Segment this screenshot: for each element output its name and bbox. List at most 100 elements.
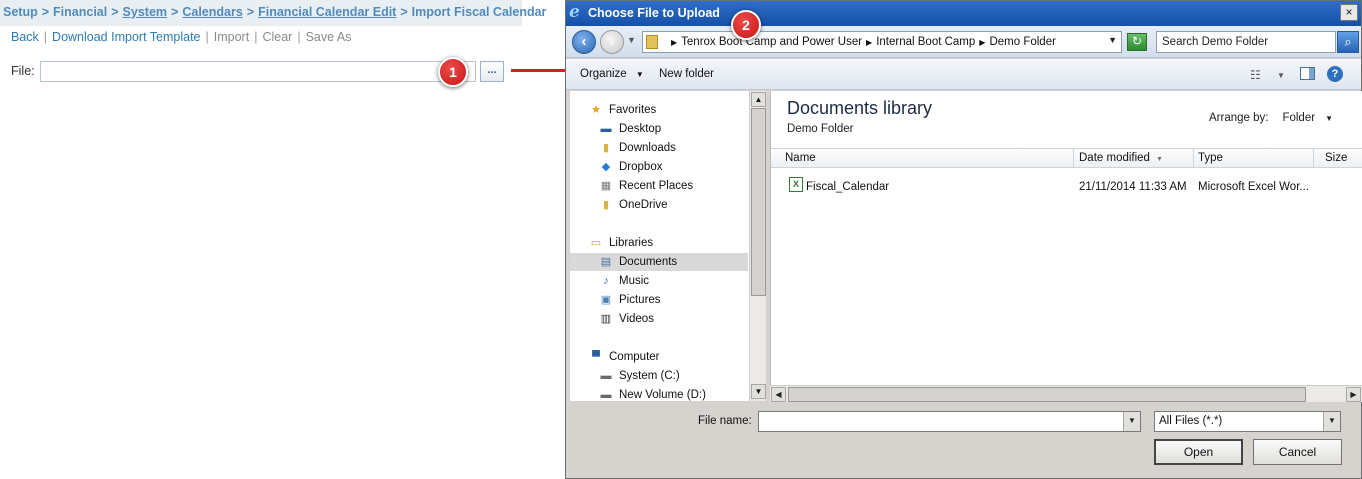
sidebar-item-pictures[interactable]: ▣ Pictures bbox=[570, 291, 748, 309]
help-icon[interactable]: ? bbox=[1327, 66, 1343, 82]
breadcrumb-separator: > bbox=[400, 5, 408, 19]
scroll-thumb[interactable] bbox=[751, 108, 766, 296]
chevron-down-icon[interactable]: ▼ bbox=[1325, 114, 1333, 123]
view-dropdown-icon[interactable]: ▼ bbox=[1277, 71, 1285, 80]
close-button[interactable]: × bbox=[1340, 4, 1358, 21]
sidebar-item-label: Documents bbox=[619, 256, 678, 268]
forward-button[interactable]: › bbox=[600, 30, 624, 54]
file-date-cell: 21/11/2014 11:33 AM bbox=[1079, 181, 1187, 193]
sidebar-item-downloads[interactable]: ▮ Downloads bbox=[570, 139, 748, 157]
preview-pane-icon[interactable] bbox=[1300, 67, 1315, 80]
breadcrumb-chevron-icon[interactable]: ▶ bbox=[979, 38, 985, 47]
sidebar-item-new-volume-d[interactable]: ▬ New Volume (D:) bbox=[570, 386, 748, 401]
file-type-dropdown-icon[interactable]: ▼ bbox=[1323, 412, 1340, 431]
sidebar-item-label: Recent Places bbox=[619, 180, 694, 192]
navigation-pane: ★ Favorites ▬ Desktop ▮ Downloads ◆ Dropbox ▦ Rec… bbox=[570, 91, 750, 401]
sidebar-item-dropbox[interactable]: ◆ Dropbox bbox=[570, 158, 748, 176]
import-link[interactable]: Import bbox=[214, 30, 249, 44]
documents-icon: ▤ bbox=[600, 256, 612, 268]
sidebar-item-recent-places[interactable]: ▦ Recent Places bbox=[570, 177, 748, 195]
sidebar-item-libraries[interactable]: ▭ Libraries bbox=[570, 234, 748, 252]
file-path-input[interactable] bbox=[40, 61, 476, 82]
file-upload-dialog: e Choose File to Upload × ‹ › ▼ ▶ Tenrox … bbox=[565, 0, 1362, 479]
save-as-link[interactable]: Save As bbox=[306, 30, 352, 44]
clear-link[interactable]: Clear bbox=[262, 30, 292, 44]
back-link[interactable]: Back bbox=[11, 30, 39, 44]
sidebar-item-documents[interactable]: ▤ Documents bbox=[570, 253, 748, 271]
address-bar-row: ‹ › ▼ ▶ Tenrox Boot Camp and Power User ▶ I… bbox=[566, 26, 1361, 58]
scroll-thumb[interactable] bbox=[788, 387, 1306, 402]
callout-arrow-line bbox=[511, 69, 569, 72]
address-segment[interactable]: Demo Folder bbox=[989, 36, 1055, 48]
dialog-title: Choose File to Upload bbox=[588, 6, 720, 20]
open-button[interactable]: Open bbox=[1154, 439, 1243, 465]
new-folder-button[interactable]: New folder bbox=[659, 68, 714, 80]
sidebar-item-desktop[interactable]: ▬ Desktop bbox=[570, 120, 748, 138]
step-2-callout: 2 bbox=[731, 10, 761, 40]
music-icon: ♪ bbox=[603, 275, 609, 287]
view-options-icon[interactable]: ☷ bbox=[1250, 68, 1261, 82]
column-header-size-label: Size bbox=[1325, 152, 1348, 164]
column-header-date[interactable]: Date modified ▼ bbox=[1074, 148, 1194, 168]
file-type-cell: Microsoft Excel Wor... bbox=[1198, 181, 1309, 193]
excel-file-icon: X bbox=[789, 177, 803, 192]
dialog-titlebar[interactable]: e Choose File to Upload × bbox=[566, 1, 1361, 26]
file-name-input[interactable] bbox=[758, 411, 1141, 432]
sidebar-item-computer[interactable]: ▀ Computer bbox=[570, 348, 748, 366]
back-button[interactable]: ‹ bbox=[572, 30, 596, 54]
pictures-icon: ▣ bbox=[600, 294, 612, 306]
sidebar-item-music[interactable]: ♪ Music bbox=[570, 272, 748, 290]
address-segment[interactable]: Internal Boot Camp bbox=[876, 36, 975, 48]
organize-menu[interactable]: Organize ▼ bbox=[580, 68, 644, 80]
toolbar-separator: | bbox=[254, 30, 258, 44]
internet-explorer-icon: e bbox=[569, 2, 580, 22]
file-list-horizontal-scrollbar[interactable]: ◀ ▶ bbox=[770, 385, 1362, 402]
sidebar-item-favorites[interactable]: ★ Favorites bbox=[570, 101, 748, 119]
address-bar[interactable]: ▶ Tenrox Boot Camp and Power User ▶ Interna… bbox=[642, 31, 1122, 53]
arrange-by[interactable]: Arrange by: Folder ▼ bbox=[1209, 112, 1333, 124]
file-label: File: bbox=[11, 64, 35, 78]
download-template-link[interactable]: Download Import Template bbox=[52, 30, 200, 44]
column-header-size[interactable]: Size bbox=[1314, 148, 1362, 168]
scroll-down-icon[interactable]: ▼ bbox=[751, 384, 766, 399]
file-type-select[interactable]: All Files (*.*) bbox=[1154, 411, 1341, 432]
sidebar-item-onedrive[interactable]: ▮ OneDrive bbox=[570, 196, 748, 214]
drive-d-icon: ▬ bbox=[600, 389, 612, 401]
breadcrumb-item[interactable]: System bbox=[123, 5, 167, 19]
navigation-pane-scrollbar[interactable]: ▲ ▼ bbox=[749, 91, 766, 401]
sidebar-item-system-c[interactable]: ▬ System (C:) bbox=[570, 367, 748, 385]
sidebar-item-videos[interactable]: ▥ Videos bbox=[570, 310, 748, 328]
search-icon[interactable]: ⌕ bbox=[1337, 31, 1359, 53]
column-header-date-label: Date modified bbox=[1079, 152, 1150, 164]
column-header-name[interactable]: Name bbox=[771, 148, 1074, 168]
breadcrumb-item: Setup bbox=[3, 5, 38, 19]
breadcrumb-item[interactable]: Financial Calendar Edit bbox=[258, 5, 396, 19]
address-segment[interactable]: Tenrox Boot Camp and Power User bbox=[681, 36, 862, 48]
file-name-cell[interactable]: Fiscal_Calendar bbox=[806, 178, 889, 196]
onedrive-folder-icon: ▮ bbox=[602, 199, 610, 211]
cancel-button[interactable]: Cancel bbox=[1253, 439, 1342, 465]
sidebar-item-label: Libraries bbox=[609, 237, 654, 249]
screen: Setup > Financial > System > Calendars > Financi… bbox=[0, 0, 1362, 479]
sidebar-item-label: Downloads bbox=[619, 142, 676, 154]
scroll-right-icon[interactable]: ▶ bbox=[1346, 387, 1361, 402]
breadcrumb-chevron-icon[interactable]: ▶ bbox=[866, 38, 872, 47]
browse-button[interactable]: ... bbox=[480, 61, 504, 82]
column-header-type[interactable]: Type bbox=[1194, 148, 1314, 168]
column-header-type-label: Type bbox=[1198, 152, 1223, 164]
file-name-dropdown-icon[interactable]: ▼ bbox=[1123, 412, 1140, 431]
recent-locations-icon[interactable]: ▼ bbox=[627, 35, 636, 45]
scroll-up-icon[interactable]: ▲ bbox=[751, 92, 766, 107]
toolbar-separator: | bbox=[297, 30, 301, 44]
sidebar-item-label: System (C:) bbox=[619, 370, 680, 382]
scroll-left-icon[interactable]: ◀ bbox=[771, 387, 786, 402]
address-path: ▶ Tenrox Boot Camp and Power User ▶ Interna… bbox=[667, 36, 1056, 48]
toolbar-separator: | bbox=[43, 30, 48, 44]
address-dropdown-icon[interactable]: ▼ bbox=[1108, 35, 1117, 45]
arrange-by-value[interactable]: Folder bbox=[1282, 112, 1315, 124]
sidebar-item-label: New Volume (D:) bbox=[619, 389, 706, 401]
search-input[interactable]: Search Demo Folder bbox=[1156, 31, 1336, 53]
breadcrumb-item[interactable]: Calendars bbox=[182, 5, 242, 19]
sidebar-item-label: Dropbox bbox=[619, 161, 663, 173]
refresh-icon[interactable]: ↻ bbox=[1127, 33, 1147, 51]
